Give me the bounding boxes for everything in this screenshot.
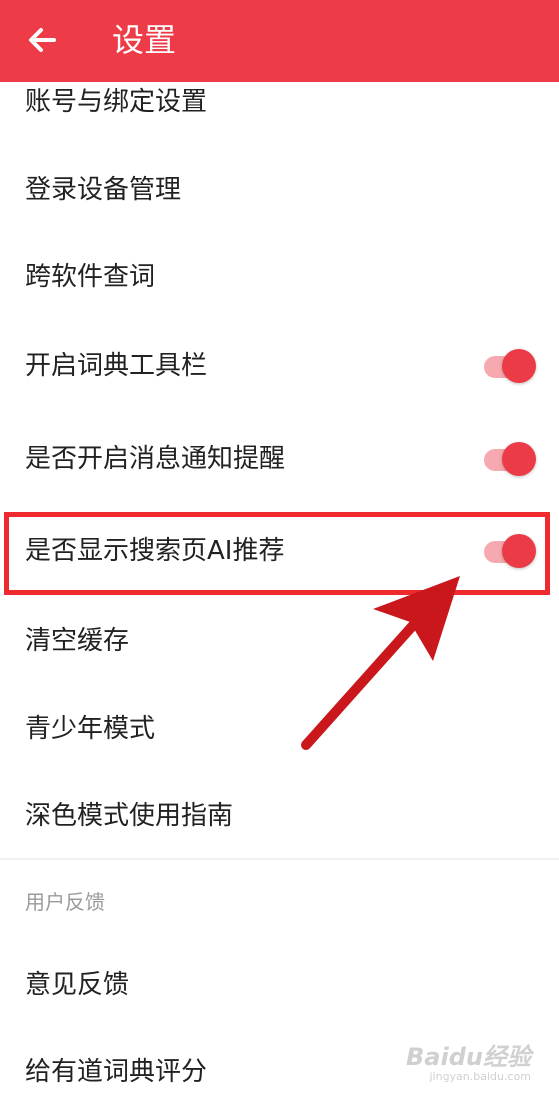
search-ai-recommendation-toggle[interactable]: [480, 531, 538, 571]
settings-item-dark-mode-guide[interactable]: 深色模式使用指南: [0, 772, 559, 860]
toggle-knob: [502, 442, 536, 476]
settings-item-feedback[interactable]: 意见反馈: [0, 941, 559, 1029]
settings-item-clear-cache[interactable]: 清空缓存: [0, 597, 559, 685]
settings-item-label: 跨软件查词: [25, 262, 156, 292]
arrow-left-icon: [29, 28, 56, 52]
settings-item-label: 登录设备管理: [25, 175, 182, 205]
toggle-knob: [502, 534, 536, 568]
settings-screen: 设置 账号与绑定设置 登录设备管理 跨软件查词 开启词典工具栏 是否开启消息通知…: [0, 0, 559, 1105]
page-title: 设置: [112, 21, 177, 59]
settings-item-label: 是否显示搜索页AI推荐: [25, 536, 285, 566]
settings-item-label: 开启词典工具栏: [25, 351, 208, 381]
settings-item-dictionary-toolbar: 开启词典工具栏: [0, 322, 559, 410]
settings-item-label: 是否开启消息通知提醒: [25, 444, 286, 474]
toggle-knob: [502, 349, 536, 383]
watermark-logo: Baidu经验 jingyan.baidu.com: [406, 1044, 531, 1083]
settings-item-label: 意见反馈: [25, 970, 130, 1000]
settings-item-device-management[interactable]: 登录设备管理: [0, 146, 559, 234]
dictionary-toolbar-toggle[interactable]: [480, 346, 538, 386]
settings-item-account-binding[interactable]: 账号与绑定设置: [0, 58, 559, 146]
settings-item-message-notifications: 是否开启消息通知提醒: [0, 415, 559, 503]
back-button[interactable]: [22, 18, 66, 62]
section-header-user-feedback: 用户反馈: [25, 890, 105, 914]
settings-item-label: 给有道词典评分: [25, 1057, 208, 1087]
settings-item-label: 青少年模式: [25, 714, 156, 744]
watermark-brand: Baidu经验: [406, 1043, 531, 1071]
settings-item-search-ai-recommendation: 是否显示搜索页AI推荐: [0, 507, 559, 595]
settings-item-teen-mode[interactable]: 青少年模式: [0, 685, 559, 773]
watermark-sub: jingyan.baidu.com: [429, 1070, 531, 1083]
settings-item-cross-app-lookup[interactable]: 跨软件查词: [0, 233, 559, 321]
section-divider: [0, 858, 559, 860]
message-notifications-toggle[interactable]: [480, 439, 538, 479]
settings-item-label: 清空缓存: [25, 626, 130, 656]
settings-item-label: 账号与绑定设置: [25, 87, 208, 117]
settings-item-label: 深色模式使用指南: [25, 801, 234, 831]
